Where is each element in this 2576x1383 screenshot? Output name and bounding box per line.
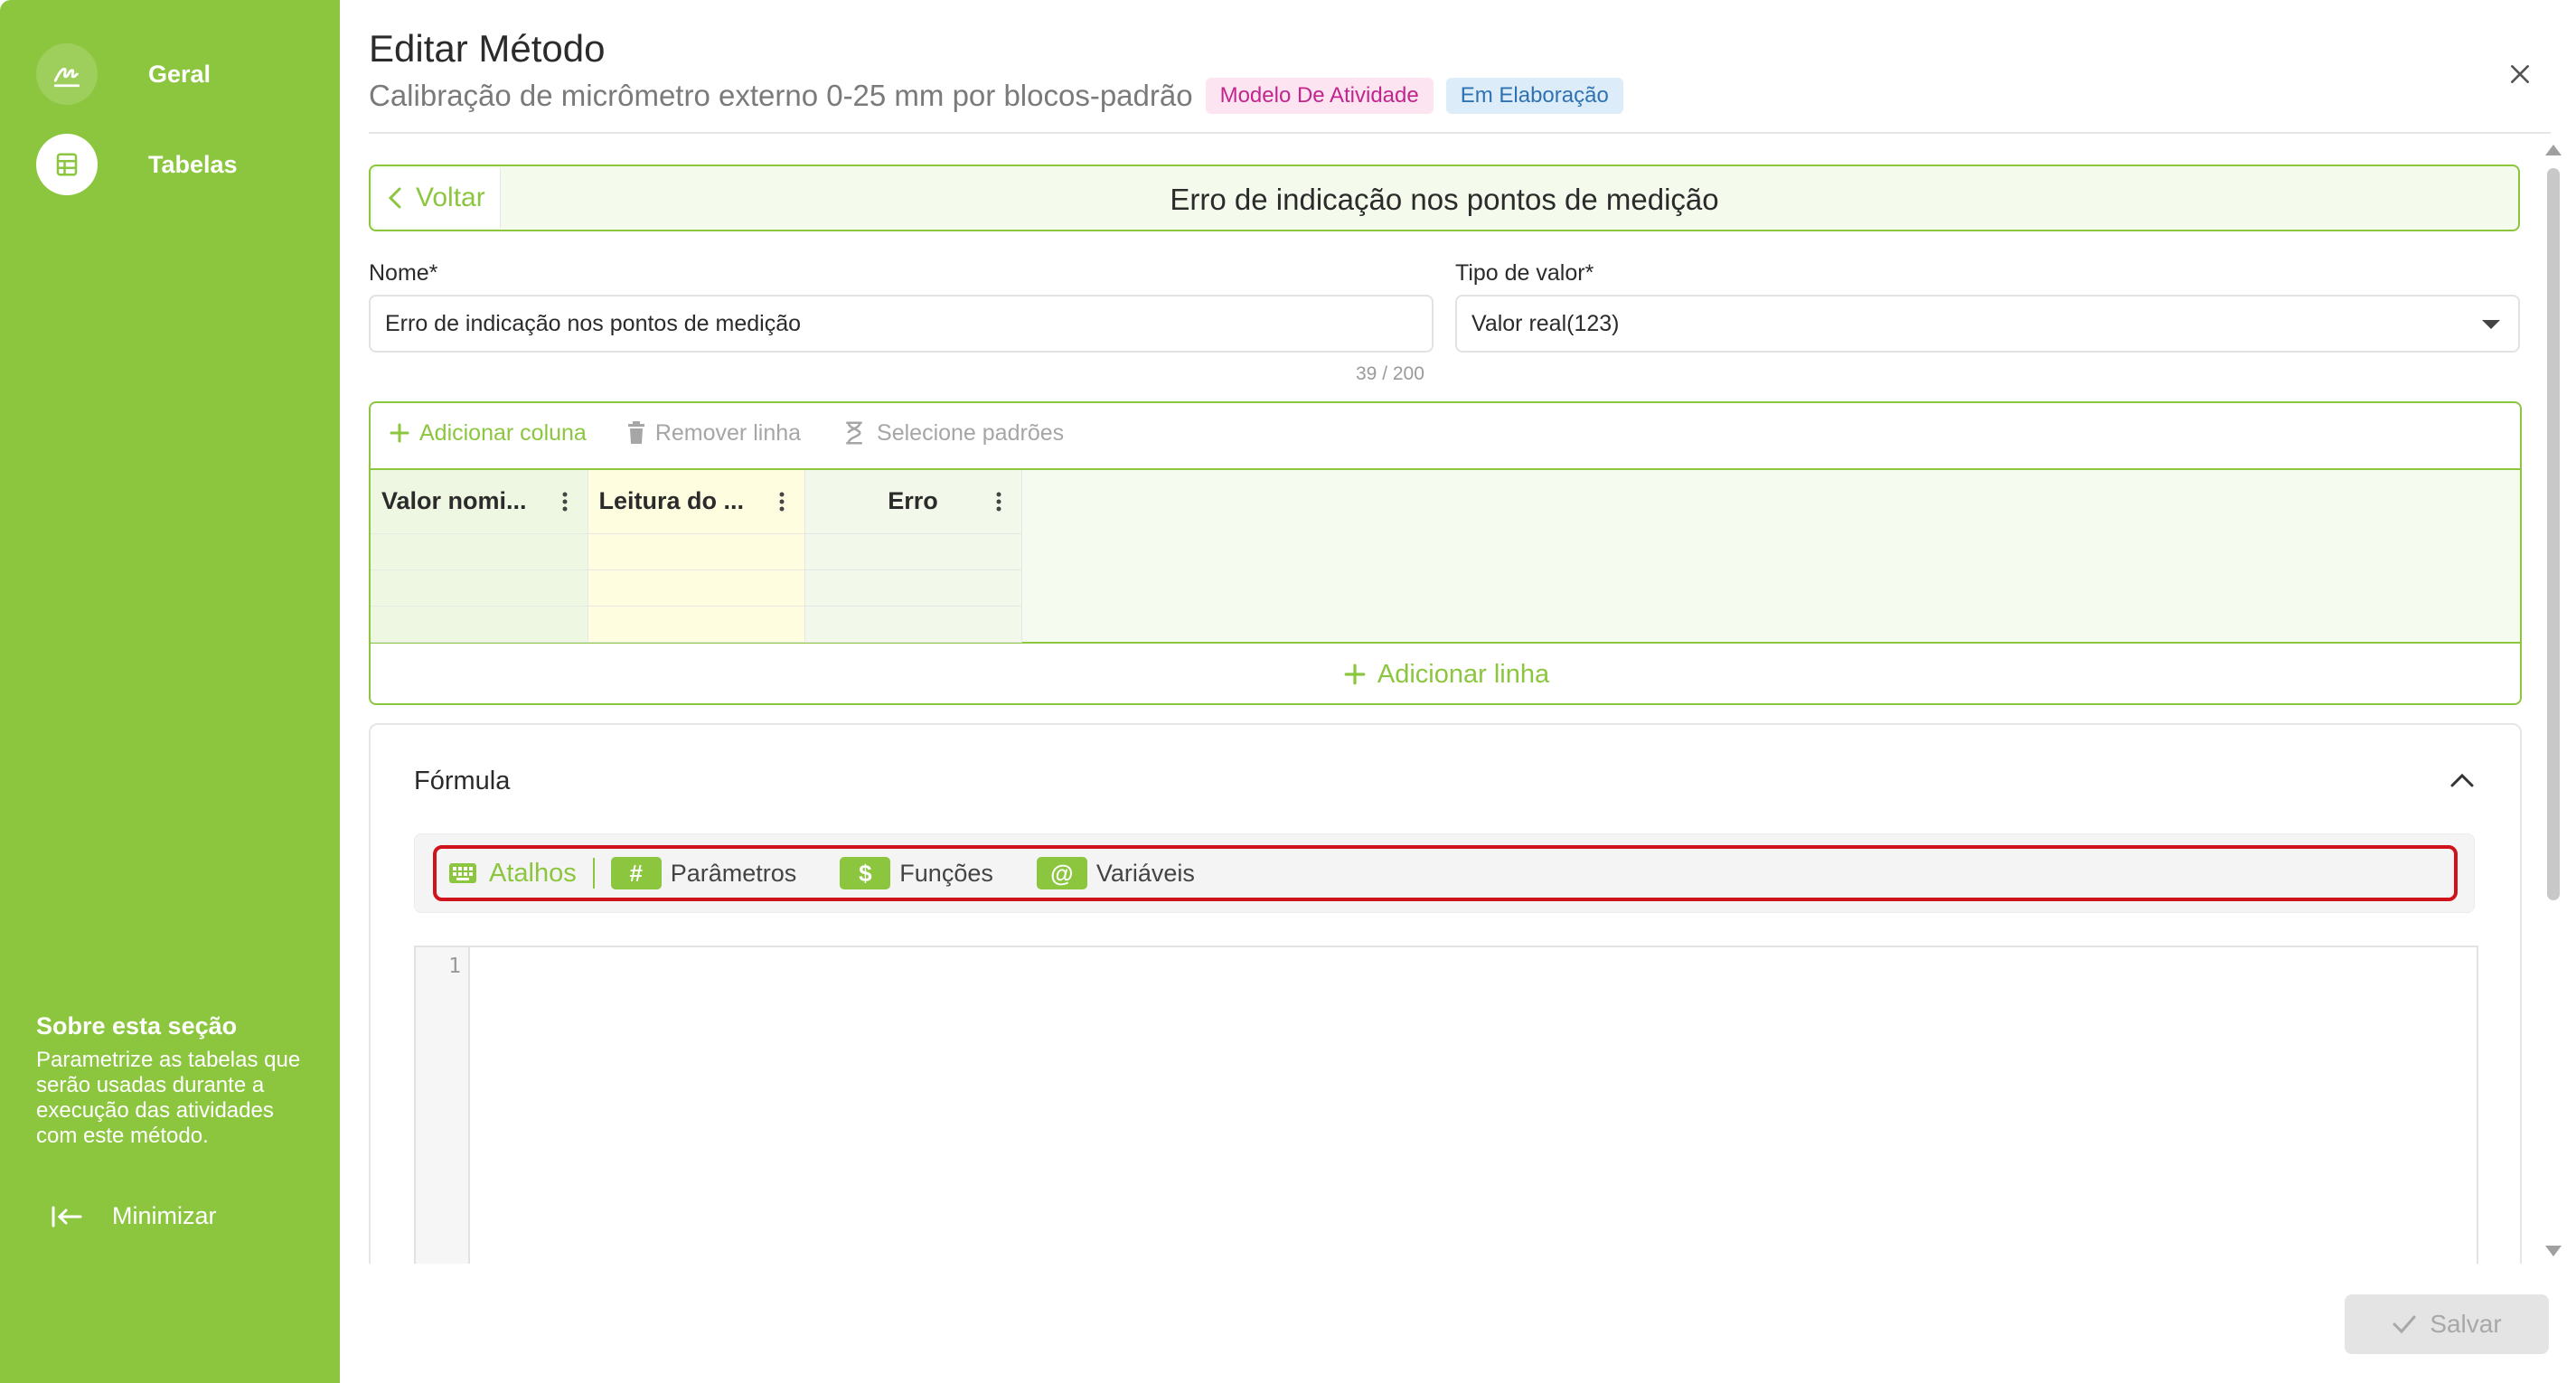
column-header-label: Valor nomi...: [381, 487, 527, 515]
caret-down-icon: [2482, 320, 2500, 329]
minimize-button[interactable]: Minimizar: [51, 1202, 217, 1230]
table-cell[interactable]: [371, 533, 588, 570]
parameters-shortcut[interactable]: # Parâmetros: [610, 857, 797, 889]
trash-icon: [627, 421, 644, 444]
check-icon: [2393, 1315, 2416, 1334]
functions-label: Funções: [899, 859, 993, 887]
collapse-left-icon: [52, 1206, 82, 1227]
table-grid-columns: Valor nomi... Leitura do ... Erro: [371, 470, 1022, 643]
hourglass-icon: [846, 421, 862, 445]
page-title: Editar Método: [369, 27, 606, 70]
column-header[interactable]: Leitura do ...: [588, 470, 805, 534]
value-type-label: Tipo de valor*: [1455, 260, 1594, 286]
variables-label: Variáveis: [1095, 859, 1195, 887]
parameters-label: Parâmetros: [670, 859, 797, 887]
table-row[interactable]: [371, 569, 1022, 607]
table-cell[interactable]: [588, 533, 805, 570]
name-label: Nome*: [369, 260, 438, 286]
shortcut-divider: [592, 858, 595, 889]
vertical-scrollbar[interactable]: [2542, 141, 2565, 1262]
functions-shortcut[interactable]: $ Funções: [840, 857, 993, 889]
line-number: 1: [448, 955, 461, 978]
table-cell[interactable]: [588, 606, 805, 643]
select-standards-label: Selecione padrões: [877, 419, 1065, 446]
remove-row-button[interactable]: Remover linha: [626, 420, 801, 447]
sidebar-item-tabelas[interactable]: Tabelas: [36, 134, 238, 195]
save-label: Salvar: [2430, 1310, 2502, 1338]
name-input[interactable]: [369, 295, 1434, 353]
sidebar-item-label: Tabelas: [148, 150, 238, 178]
table-icon: [36, 134, 98, 195]
column-header[interactable]: Valor nomi...: [371, 470, 588, 534]
column-header[interactable]: Erro: [804, 470, 1022, 534]
table-title: Erro de indicação nos pontos de medição: [1170, 183, 1719, 216]
add-row-label: Adicionar linha: [1377, 659, 1550, 689]
table-cell[interactable]: [371, 606, 588, 643]
value-type-selected: Valor real(123): [1471, 310, 1620, 336]
keyboard-icon: [449, 863, 476, 883]
table-cell[interactable]: [804, 533, 1022, 570]
about-title: Sobre esta seção: [36, 1012, 238, 1040]
formula-title: Fórmula: [414, 767, 511, 795]
table-cell[interactable]: [371, 569, 588, 607]
sidebar-item-label: Geral: [148, 60, 212, 88]
table-header-bar: Voltar Erro de indicação nos pontos de m…: [369, 165, 2520, 231]
name-char-counter: 39 / 200: [1356, 363, 1424, 384]
table-cell[interactable]: [588, 569, 805, 607]
table-grid: Valor nomi... Leitura do ... Erro: [371, 468, 2520, 644]
minimize-label: Minimizar: [112, 1202, 217, 1229]
sidebar: Geral Tabelas Sobre esta seção Parametri…: [0, 0, 340, 1383]
kebab-menu-icon[interactable]: [996, 492, 1001, 512]
plus-icon: [390, 423, 409, 443]
add-row-button[interactable]: Adicionar linha: [371, 651, 2520, 698]
close-button[interactable]: [2498, 52, 2542, 96]
shortcut-bar-highlight: Atalhos # Parâmetros $ Funções @ Variáve…: [433, 845, 2458, 901]
add-column-button[interactable]: Adicionar coluna: [389, 420, 587, 447]
status-badge-model: Modelo De Atividade: [1205, 78, 1434, 114]
scroll-up-icon[interactable]: [2545, 145, 2562, 155]
column-header-label: Leitura do ...: [598, 487, 745, 515]
status-badge-draft: Em Elaboração: [1445, 78, 1623, 114]
table-row[interactable]: [371, 606, 1022, 643]
save-button[interactable]: Salvar: [2345, 1294, 2549, 1354]
about-section: Sobre esta seção Parametrize as tabelas …: [36, 1012, 307, 1149]
sidebar-item-geral[interactable]: Geral: [36, 43, 211, 105]
variables-shortcut[interactable]: @ Variáveis: [1036, 857, 1195, 889]
shortcuts-toggle[interactable]: Atalhos: [449, 859, 577, 889]
value-type-select[interactable]: Valor real(123): [1455, 295, 2520, 353]
table-editor: Adicionar coluna Remover linha Selecione…: [369, 401, 2522, 705]
table-cell[interactable]: [804, 606, 1022, 643]
remove-row-label: Remover linha: [654, 419, 802, 446]
column-header-label: Erro: [888, 487, 938, 515]
close-icon: [2511, 65, 2529, 83]
scrollbar-thumb[interactable]: [2547, 168, 2560, 900]
shortcut-bar: Atalhos # Parâmetros $ Funções @ Variáve…: [414, 833, 2475, 913]
kebab-menu-icon[interactable]: [779, 492, 785, 512]
shortcuts-label: Atalhos: [489, 858, 577, 888]
plus-icon: [1344, 663, 1366, 685]
content-scroll-area[interactable]: Voltar Erro de indicação nos pontos de m…: [369, 134, 2534, 1264]
formula-editor[interactable]: 1: [414, 946, 2478, 1264]
scroll-down-icon[interactable]: [2545, 1246, 2562, 1256]
formula-card: Fórmula Atalhos # Parâmetros $ Funções @…: [369, 723, 2522, 1264]
dollar-icon: $: [840, 857, 891, 889]
table-cell[interactable]: [804, 569, 1022, 607]
editor-gutter: 1: [416, 947, 470, 1264]
add-column-label: Adicionar coluna: [419, 419, 587, 446]
hash-icon: #: [610, 857, 662, 889]
page-subtitle: Calibração de micrômetro externo 0-25 mm…: [369, 78, 1623, 114]
at-icon: @: [1036, 857, 1087, 889]
about-text: Parametrize as tabelas que serão usadas …: [36, 1048, 301, 1148]
chevron-up-icon[interactable]: [2449, 772, 2475, 788]
kebab-menu-icon[interactable]: [562, 492, 568, 512]
main-panel: Editar Método Calibração de micrômetro e…: [340, 0, 2576, 1383]
table-toolbar: Adicionar coluna Remover linha Selecione…: [389, 419, 1104, 447]
method-name: Calibração de micrômetro externo 0-25 mm…: [369, 79, 1193, 112]
signature-icon: [36, 43, 98, 105]
select-standards-button[interactable]: Selecione padrões: [841, 419, 1064, 447]
table-row[interactable]: [371, 533, 1022, 570]
